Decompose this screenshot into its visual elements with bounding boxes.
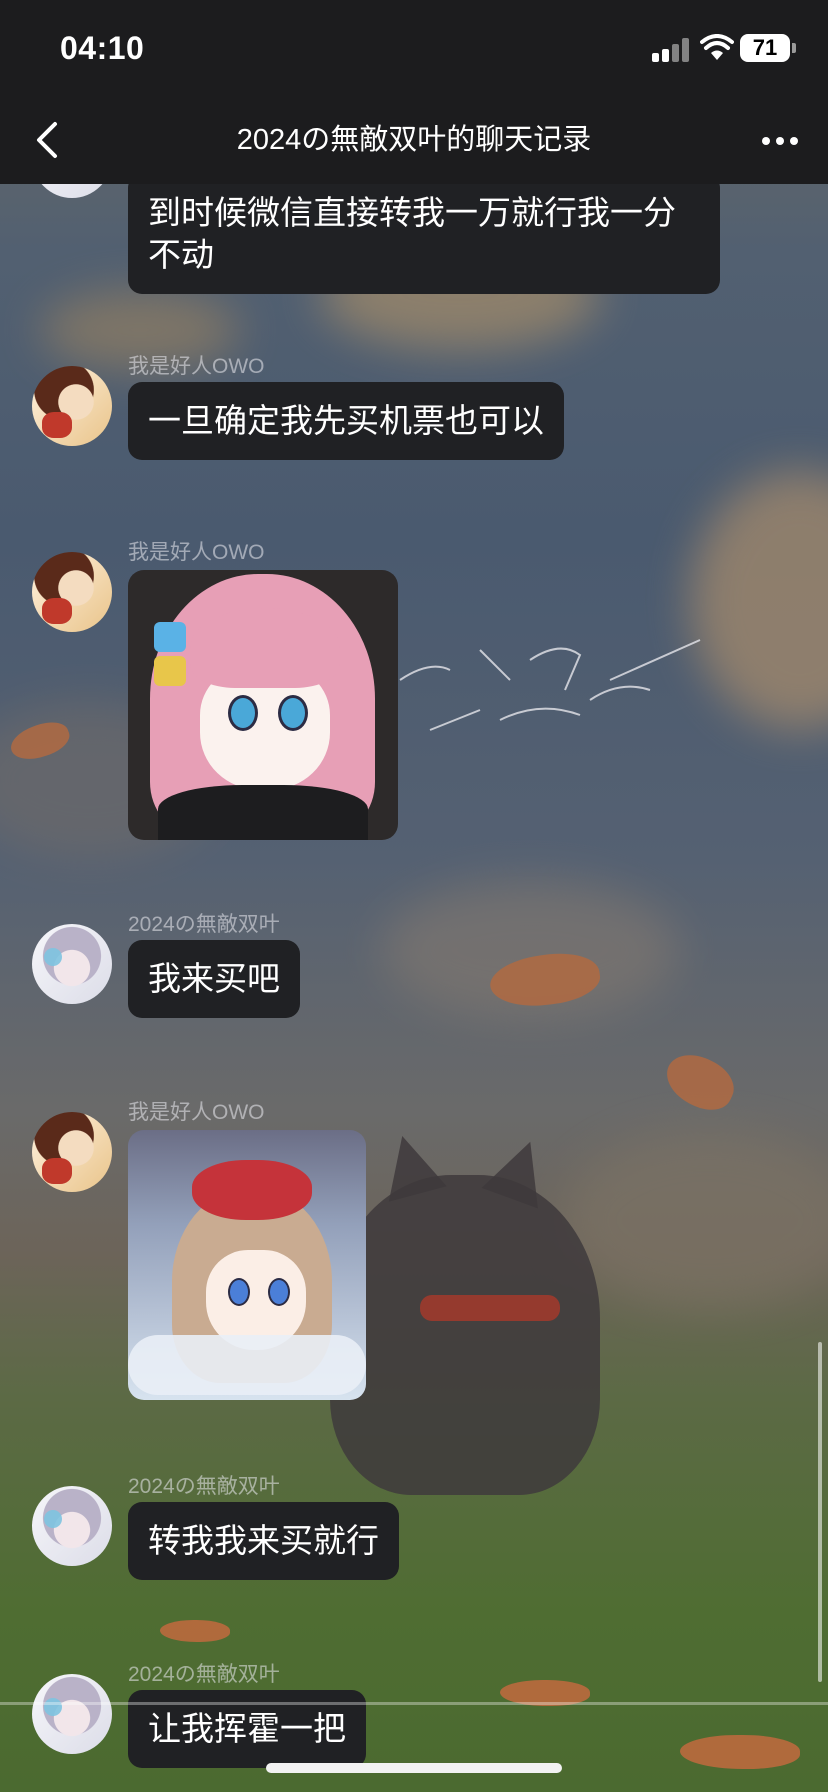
- back-button[interactable]: [24, 118, 68, 162]
- page-title: 2024の無敵双叶的聊天记录: [236, 124, 592, 156]
- more-button[interactable]: [754, 126, 806, 156]
- sender-name: 2024の無敵双叶: [128, 1663, 280, 1686]
- pink-hair-girl-sticker[interactable]: [128, 570, 398, 840]
- sender-name: 2024の無敵双叶: [128, 913, 280, 936]
- message-bubble[interactable]: 我来买吧: [128, 940, 300, 1018]
- nav-bar: 2024の無敵双叶的聊天记录: [0, 100, 828, 184]
- home-indicator[interactable]: [266, 1763, 562, 1773]
- sender-name: 2024の無敵双叶: [128, 1475, 280, 1498]
- battery-icon: 71: [740, 34, 790, 62]
- battery-level: 71: [752, 35, 778, 60]
- avatar[interactable]: [32, 1112, 112, 1192]
- avatar[interactable]: [32, 184, 112, 198]
- bow-girl-sticker[interactable]: [128, 1130, 366, 1400]
- wifi-icon: [700, 34, 734, 60]
- avatar[interactable]: [32, 366, 112, 446]
- message-list[interactable]: 到时候微信直接转我一万就行我一分不动 我是好人OWO 一旦确定我先买机票也可以 …: [0, 184, 828, 1792]
- status-time: 04:10: [60, 30, 145, 66]
- battery-tip: [792, 43, 796, 53]
- message-bubble[interactable]: 到时候微信直接转我一万就行我一分不动: [128, 184, 720, 294]
- avatar[interactable]: [32, 552, 112, 632]
- avatar[interactable]: [32, 924, 112, 1004]
- more-horizontal-icon: [762, 137, 770, 145]
- chevron-left-icon: [37, 122, 57, 158]
- scrollbar[interactable]: [818, 1342, 822, 1682]
- message-bubble[interactable]: 一旦确定我先买机票也可以: [128, 382, 564, 460]
- status-bar: 04:10 71: [0, 0, 828, 100]
- sender-name: 我是好人OWO: [128, 355, 265, 378]
- avatar[interactable]: [32, 1486, 112, 1566]
- sender-name: 我是好人OWO: [128, 1101, 265, 1124]
- message-bubble[interactable]: 转我我来买就行: [128, 1502, 399, 1580]
- divider: [0, 1702, 828, 1705]
- avatar[interactable]: [32, 1674, 112, 1754]
- sender-name: 我是好人OWO: [128, 541, 265, 564]
- cellular-signal-icon: [652, 38, 690, 62]
